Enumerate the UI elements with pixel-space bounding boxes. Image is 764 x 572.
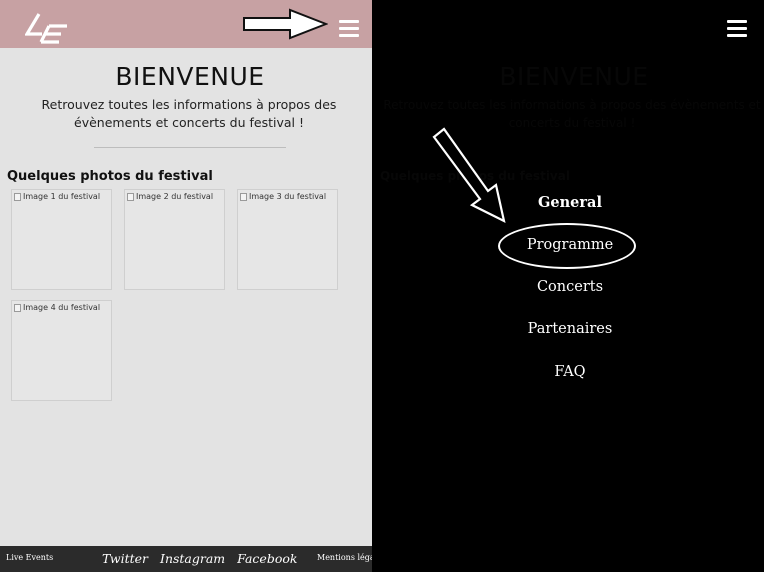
festival-photo-2: Image 2 du festival (124, 189, 225, 290)
menu-item-general[interactable]: General (495, 194, 645, 211)
legal-notice-link[interactable]: Mentions légales (317, 553, 372, 562)
image-alt-text: Image 4 du festival (23, 303, 101, 312)
image-alt-text: Image 1 du festival (23, 192, 101, 201)
image-alt-text: Image 3 du festival (249, 192, 327, 201)
broken-image-icon (14, 304, 21, 312)
page-subtitle: Retrouvez toutes les informations à prop… (41, 97, 337, 130)
image-alt-text: Image 2 du festival (136, 192, 214, 201)
page-panel-closed-menu: LE BIENVENUE Retrouvez toutes les inform… (0, 0, 372, 572)
festival-photo-3: Image 3 du festival (237, 189, 338, 290)
menu-item-concerts[interactable]: Concerts (495, 279, 645, 295)
broken-image-icon (127, 193, 134, 201)
page-title-dimmed: BIENVENUE (499, 62, 649, 91)
festival-photo-1: Image 1 du festival (11, 189, 112, 290)
logo-icon[interactable]: LE (25, 12, 71, 46)
site-header: LE (0, 0, 372, 48)
hamburger-menu-icon[interactable] (339, 20, 359, 37)
page-title: BIENVENUE (115, 62, 265, 91)
facebook-link[interactable]: Facebook (237, 551, 297, 566)
broken-image-icon (240, 193, 247, 201)
broken-image-icon (14, 193, 21, 201)
menu-item-programme[interactable]: Programme (495, 237, 645, 253)
festival-photo-4: Image 4 du festival (11, 300, 112, 401)
menu-item-partenaires[interactable]: Partenaires (495, 321, 645, 337)
social-links: Twitter Instagram Facebook (102, 551, 305, 566)
page-panel-open-menu: BIENVENUE Retrouvez toutes les informati… (372, 0, 764, 572)
site-footer: Live Events Twitter Instagram Facebook M… (0, 546, 372, 572)
annotation-arrow-icon (243, 8, 328, 40)
footer-brand: Live Events (6, 553, 54, 562)
instagram-link[interactable]: Instagram (160, 551, 225, 566)
hamburger-menu-icon[interactable] (727, 20, 747, 37)
divider (94, 147, 286, 148)
twitter-link[interactable]: Twitter (102, 551, 148, 566)
photos-section-title: Quelques photos du festival (7, 169, 213, 184)
menu-item-faq[interactable]: FAQ (495, 364, 645, 380)
